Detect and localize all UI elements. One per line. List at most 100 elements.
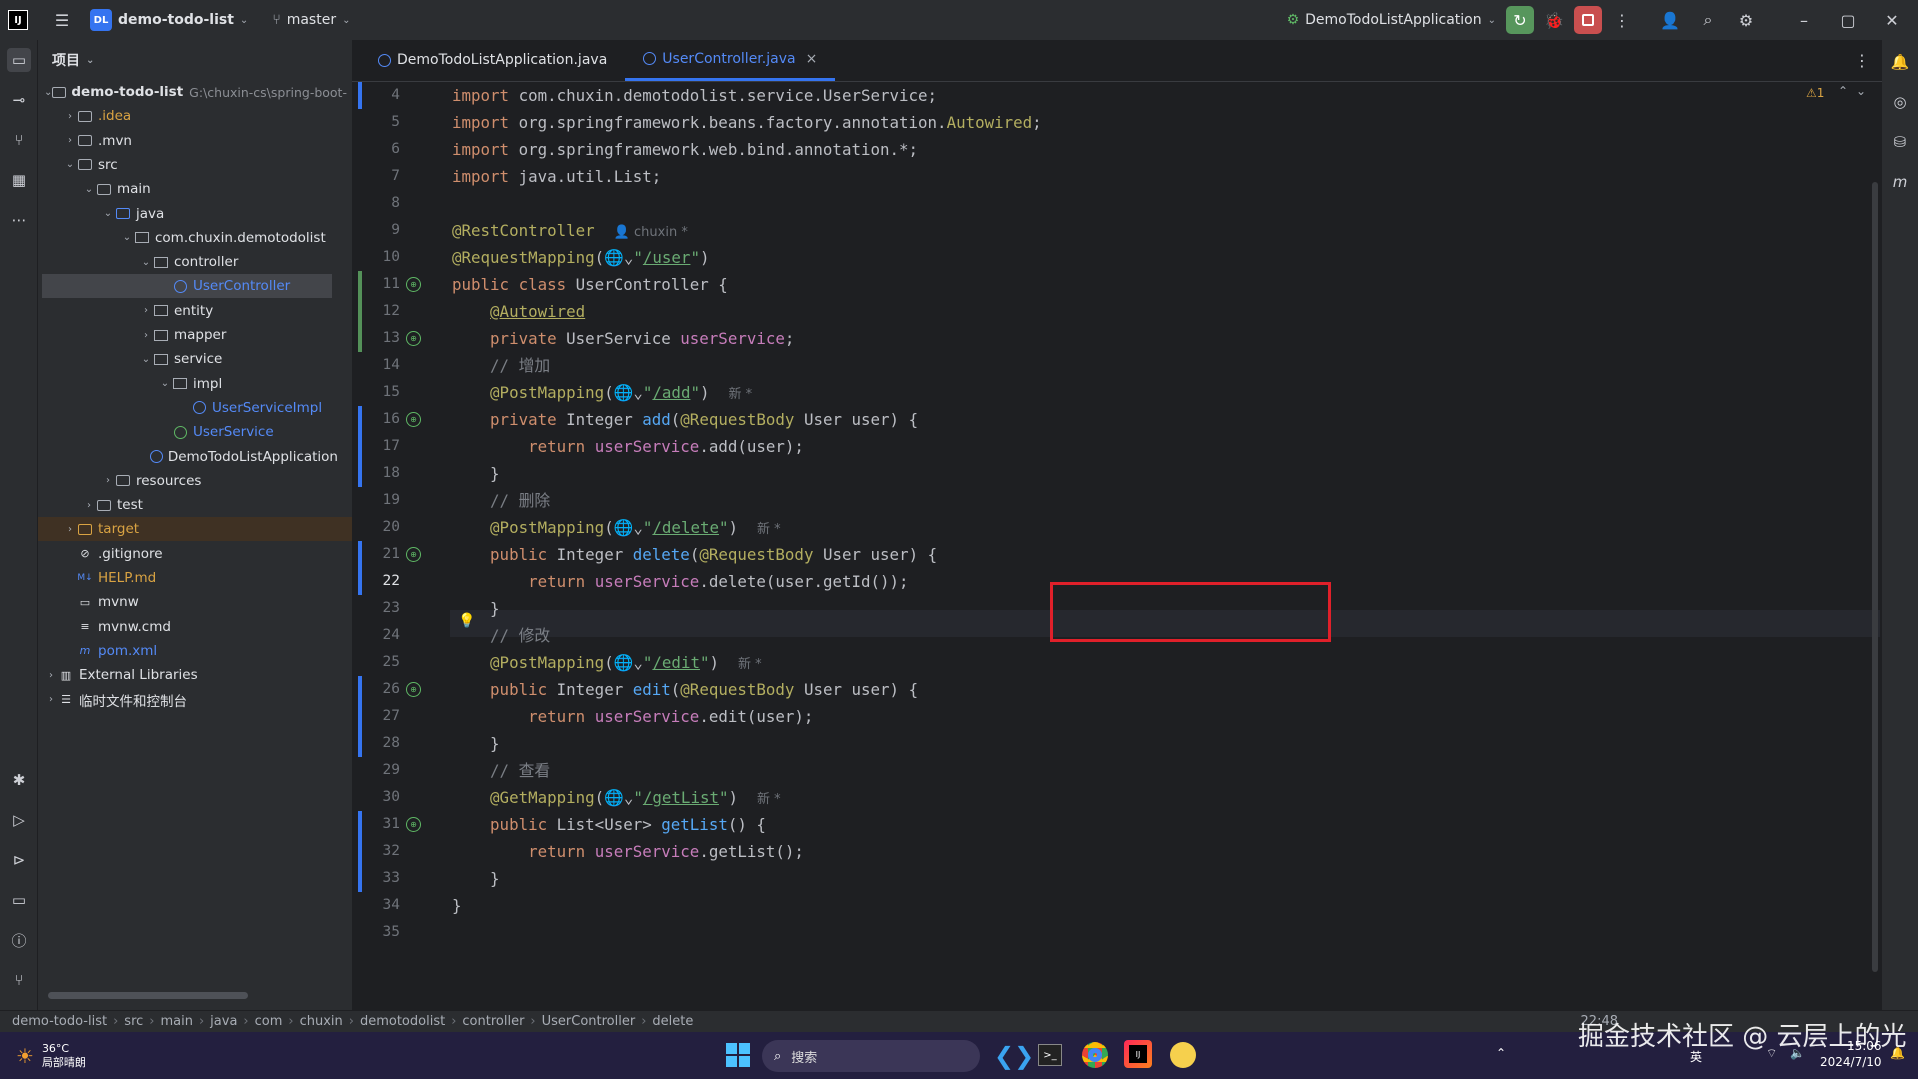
tree-item[interactable]: UserController (42, 274, 332, 299)
tree-item[interactable]: ≡ mvnw.cmd (38, 615, 338, 639)
main-menu-icon[interactable]: ☰ (48, 6, 76, 34)
chevron-down-icon[interactable]: ⌄ (82, 184, 96, 195)
window-close-button[interactable]: ✕ (1870, 6, 1914, 34)
add-user-icon[interactable]: 👤 (1656, 6, 1684, 34)
chevron-right-icon[interactable]: › (63, 111, 77, 122)
breadcrumb-item[interactable]: java (210, 1014, 237, 1029)
code-line[interactable]: @RestController 👤 chuxin * (452, 217, 688, 244)
ai-assistant-icon[interactable]: ◎ (1888, 90, 1912, 114)
code-line[interactable]: public Integer edit(@RequestBody User us… (452, 676, 918, 703)
spring-bean-gutter-icon[interactable]: ⊕ (406, 547, 421, 562)
more-actions-icon[interactable]: ⋮ (1608, 6, 1636, 34)
run-tool-icon[interactable]: ▷ (7, 808, 31, 832)
code-line[interactable]: } (452, 730, 500, 757)
code-line[interactable]: // 增加 (452, 352, 550, 379)
code-line[interactable]: @GetMapping(🌐⌄"/getList") 新 * (452, 784, 781, 811)
code-line[interactable]: } (452, 865, 500, 892)
code-line[interactable]: @PostMapping(🌐⌄"/delete") 新 * (452, 514, 781, 541)
breadcrumb-item[interactable]: controller (462, 1014, 524, 1029)
code-line[interactable]: // 查看 (452, 757, 550, 784)
app-icon[interactable] (1170, 1042, 1196, 1068)
tree-item[interactable]: ⌄ java (38, 202, 338, 226)
tab-demotodolistapplication[interactable]: DemoTodoListApplication.java (360, 39, 625, 81)
tree-item[interactable]: ⊘ .gitignore (38, 542, 338, 566)
chevron-down-icon[interactable]: ⌄ (139, 257, 153, 268)
terminal-app-icon[interactable]: >_ (1038, 1044, 1062, 1066)
breadcrumb-item[interactable]: chuxin (300, 1014, 343, 1029)
tree-item[interactable]: › .idea (38, 104, 338, 128)
chevron-right-icon[interactable]: › (44, 694, 58, 705)
services-icon[interactable]: ⊳ (7, 848, 31, 872)
git-icon[interactable]: ⑂ (7, 968, 31, 992)
code-line[interactable]: import java.util.List; (452, 163, 661, 190)
commit-icon[interactable]: ⊸ (7, 88, 31, 112)
horizontal-scrollbar[interactable] (48, 992, 248, 999)
debug-tool-icon[interactable]: ✱ (7, 768, 31, 792)
branch-switcher[interactable]: ⑂ master ⌄ (272, 12, 350, 28)
code-line[interactable]: return userService.getList(); (452, 838, 804, 865)
code-line[interactable]: private Integer add(@RequestBody User us… (452, 406, 918, 433)
code-line[interactable]: @PostMapping(🌐⌄"/edit") 新 * (452, 649, 762, 676)
tree-item[interactable]: ⌄ com.chuxin.demotodolist (38, 226, 338, 250)
tree-item[interactable]: › test (38, 493, 338, 517)
tree-item[interactable]: ⌄ service (38, 347, 338, 371)
run-config-selector[interactable]: ⚙ DemoTodoListApplication ⌄ (1287, 12, 1496, 28)
vcs-change-marker[interactable] (358, 271, 362, 352)
chevron-right-icon[interactable]: › (44, 670, 58, 681)
search-icon[interactable]: ⌕ (1694, 6, 1722, 34)
terminal-icon[interactable]: ▭ (7, 888, 31, 912)
breadcrumb-item[interactable]: demotodolist (360, 1014, 445, 1029)
code-line[interactable]: @PostMapping(🌐⌄"/add") 新 * (452, 379, 752, 406)
breadcrumb-item[interactable]: src (124, 1014, 143, 1029)
chevron-down-icon[interactable]: ⌄ (120, 232, 134, 243)
intellij-taskbar-icon[interactable]: IJ (1124, 1040, 1152, 1068)
tree-item[interactable]: ⌄ main (38, 177, 338, 201)
notifications-bell-icon[interactable]: 🔔 (1888, 50, 1912, 74)
tree-item[interactable]: ▭ mvnw (38, 590, 338, 614)
spring-bean-gutter-icon[interactable]: ⊕ (406, 412, 421, 427)
more-tools-icon[interactable]: ⋯ (7, 208, 31, 232)
code-line[interactable]: import org.springframework.beans.factory… (452, 109, 1042, 136)
chevron-down-icon[interactable]: ⌄ (63, 159, 77, 170)
chevron-down-icon[interactable]: ⌄ (158, 378, 172, 389)
tree-item[interactable]: M↓ HELP.md (38, 566, 338, 590)
project-panel-header[interactable]: 项目 ⌄ (38, 40, 352, 80)
tree-item[interactable]: ⌄ demo-todo-list G:\chuxin-cs\spring-boot- (38, 80, 347, 104)
spring-bean-gutter-icon[interactable]: ⊕ (406, 682, 421, 697)
code-line[interactable]: public Integer delete(@RequestBody User … (452, 541, 937, 568)
tree-item[interactable]: UserServiceImpl (38, 396, 338, 420)
chevron-right-icon[interactable]: › (63, 524, 77, 535)
chevron-right-icon[interactable]: › (101, 475, 115, 486)
code-line[interactable]: import com.chuxin.demotodolist.service.U… (452, 82, 937, 109)
vcs-change-marker[interactable] (358, 82, 362, 109)
code-line[interactable]: @Autowired (452, 298, 585, 325)
code-line[interactable]: public class UserController { (452, 271, 728, 298)
window-restore-button[interactable]: ▢ (1826, 6, 1870, 34)
tree-item[interactable]: › ☰ 临时文件和控制台 (38, 688, 338, 712)
spring-bean-gutter-icon[interactable]: ⊕ (406, 817, 421, 832)
code-line[interactable]: } (452, 460, 500, 487)
code-line[interactable]: } (452, 892, 462, 919)
chevron-down-icon[interactable]: ⌄ (101, 208, 115, 219)
weather-widget[interactable]: ☀ 36°C 局部晴朗 (16, 1042, 86, 1070)
breadcrumb-item[interactable]: com (255, 1014, 283, 1029)
editor-scrollbar[interactable] (1872, 182, 1878, 972)
database-icon[interactable]: ⛁ (1888, 130, 1912, 154)
window-minimize-button[interactable]: – (1782, 6, 1826, 34)
project-switcher[interactable]: DL demo-todo-list ⌄ (90, 9, 248, 31)
breadcrumb-item[interactable]: main (160, 1014, 192, 1029)
chevron-down-icon[interactable]: ⌄ (1856, 84, 1866, 98)
code-line[interactable]: private UserService userService; (452, 325, 794, 352)
tab-usercontroller[interactable]: UserController.java × (625, 39, 836, 81)
tree-item[interactable]: › ▥ External Libraries (38, 663, 338, 687)
tree-item[interactable]: m pom.xml (38, 639, 338, 663)
taskbar-search[interactable]: ⌕ 搜索 (762, 1040, 980, 1072)
chevron-right-icon[interactable]: › (139, 305, 153, 316)
vcs-change-marker[interactable] (358, 541, 362, 595)
code-line[interactable]: // 删除 (452, 487, 550, 514)
tree-item[interactable]: ⌄ impl (38, 372, 338, 396)
tab-options-icon[interactable]: ⋮ (1848, 46, 1876, 74)
settings-gear-icon[interactable]: ⚙ (1732, 6, 1760, 34)
start-button[interactable] (726, 1043, 750, 1067)
tree-item[interactable]: DemoTodoListApplication (38, 445, 338, 469)
